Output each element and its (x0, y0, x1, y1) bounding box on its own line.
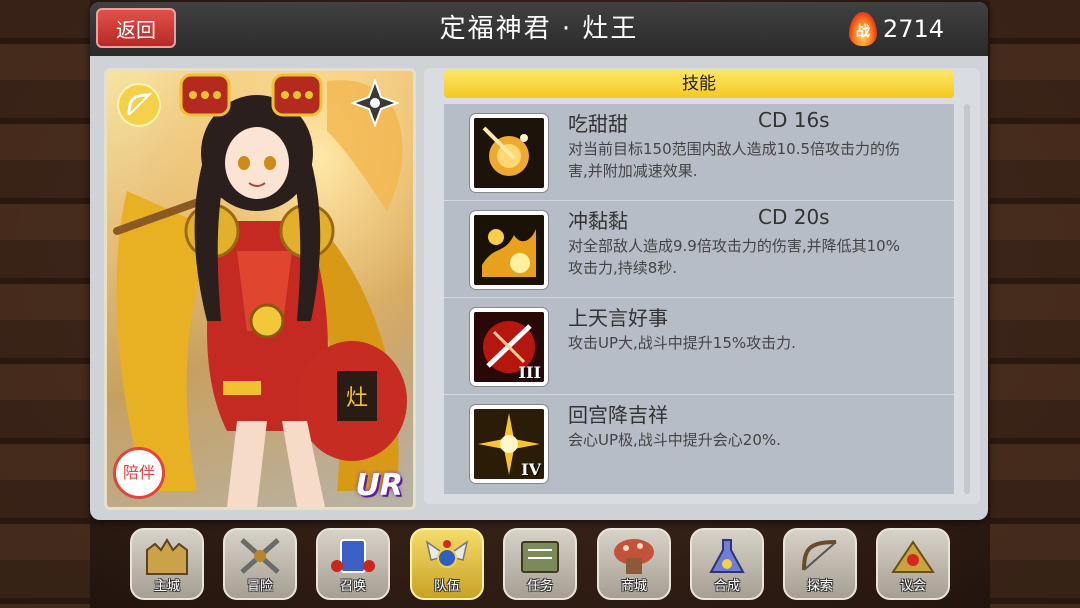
power-glyph: 战 (855, 24, 870, 40)
nav-main-city[interactable]: 主城 (130, 528, 204, 600)
rarity-badge: UR (355, 468, 403, 503)
team-wings-icon (425, 540, 469, 568)
nav-label: 主城 (153, 579, 180, 594)
skills-header: 技能 (444, 70, 954, 98)
combat-power: 战 2714 (848, 8, 944, 50)
nav-label: 队伍 (433, 579, 460, 594)
skills-panel: 技能 吃甜甜 CD 16s 对当前目标150范围内敌人造成10.5倍攻击力的伤害… (424, 68, 980, 504)
hero-detail-panel: 返回 定福神君 · 灶王 战 2714 灶 陪伴 UR 技能 吃甜甜 CD 16… (90, 2, 988, 520)
crossed-swords-icon (240, 538, 280, 574)
nav-label: 冒险 (246, 579, 273, 594)
skill-description: 会心UP极,战斗中提升会心20%. (568, 431, 781, 449)
skill-row[interactable]: 冲黏黏 CD 20s 对全部敌人造成9.9倍攻击力的伤害,并降低其10%攻击力,… (444, 201, 954, 298)
castle-icon (146, 538, 188, 575)
skill-rank: III (518, 363, 541, 382)
golden-burst-icon: IV (470, 405, 548, 483)
skill-row[interactable]: III 上天言好事 攻击UP大,战斗中提升15%攻击力. (444, 298, 954, 395)
skill-list-scrollbar[interactable] (964, 104, 970, 494)
nav-quest[interactable]: 任务 (503, 528, 577, 600)
nav-explore[interactable]: 探索 (783, 528, 857, 600)
bow-icon (117, 83, 161, 127)
shop-mushroom-icon (614, 539, 654, 574)
nav-team[interactable]: 队伍 (410, 528, 484, 600)
bottom-nav: 主城 冒险 召唤 队伍 任务 商城 合成 探索 议会 (0, 524, 1080, 608)
red-slash-icon: III (470, 308, 548, 386)
nav-label: 议会 (899, 579, 926, 594)
nav-label: 合成 (713, 579, 740, 594)
background-shelf-right (990, 0, 1080, 608)
golden-orb-icon (470, 114, 548, 192)
nav-label: 召唤 (339, 579, 366, 594)
svg-text:灶: 灶 (346, 386, 368, 411)
golden-splash-icon (470, 211, 548, 289)
skill-row[interactable]: 吃甜甜 CD 16s 对当前目标150范围内敌人造成10.5倍攻击力的伤害,并附… (444, 104, 954, 201)
skill-list: 吃甜甜 CD 16s 对当前目标150范围内敌人造成10.5倍攻击力的伤害,并附… (444, 104, 954, 494)
character-card[interactable]: 灶 陪伴 UR (104, 68, 416, 510)
character-illustration: 灶 (107, 71, 413, 507)
skill-name: 上天言好事 (568, 306, 668, 330)
power-value: 2714 (882, 15, 944, 43)
nav-shop[interactable]: 商城 (597, 528, 671, 600)
synthesis-flask-icon (709, 539, 745, 573)
skill-cooldown: CD 20s (758, 205, 830, 229)
skill-name: 吃甜甜 (568, 112, 628, 136)
flame-icon: 战 (848, 12, 877, 46)
nav-summon[interactable]: 召唤 (316, 528, 390, 600)
nav-label: 任务 (526, 579, 553, 594)
title-bar: 返回 定福神君 · 灶王 战 2714 (90, 2, 988, 56)
nav-label: 商城 (620, 579, 647, 594)
skill-description: 对全部敌人造成9.9倍攻击力的伤害,并降低其10%攻击力,持续8秒. (568, 237, 900, 277)
skill-row[interactable]: IV 回宫降吉祥 会心UP极,战斗中提升会心20%. (444, 395, 954, 492)
council-icon (891, 540, 935, 573)
nav-label: 探索 (806, 579, 833, 594)
skill-description: 对当前目标150范围内敌人造成10.5倍攻击力的伤害,并附加减速效果. (568, 140, 901, 180)
skill-description: 攻击UP大,战斗中提升15%攻击力. (568, 334, 796, 352)
quest-book-icon (521, 541, 559, 573)
summon-card-icon (331, 539, 375, 573)
background-shelf-left (0, 0, 90, 608)
skill-name: 冲黏黏 (568, 209, 628, 233)
explore-bow-icon (802, 540, 837, 571)
skill-rank: IV (521, 460, 541, 479)
skill-cooldown: CD 16s (758, 108, 830, 132)
skill-name: 回宫降吉祥 (568, 403, 668, 427)
nav-synthesis[interactable]: 合成 (690, 528, 764, 600)
nav-council[interactable]: 议会 (876, 528, 950, 600)
nav-adventure[interactable]: 冒险 (223, 528, 297, 600)
wind-shuriken-icon (351, 79, 399, 127)
companion-button[interactable]: 陪伴 (113, 447, 165, 499)
